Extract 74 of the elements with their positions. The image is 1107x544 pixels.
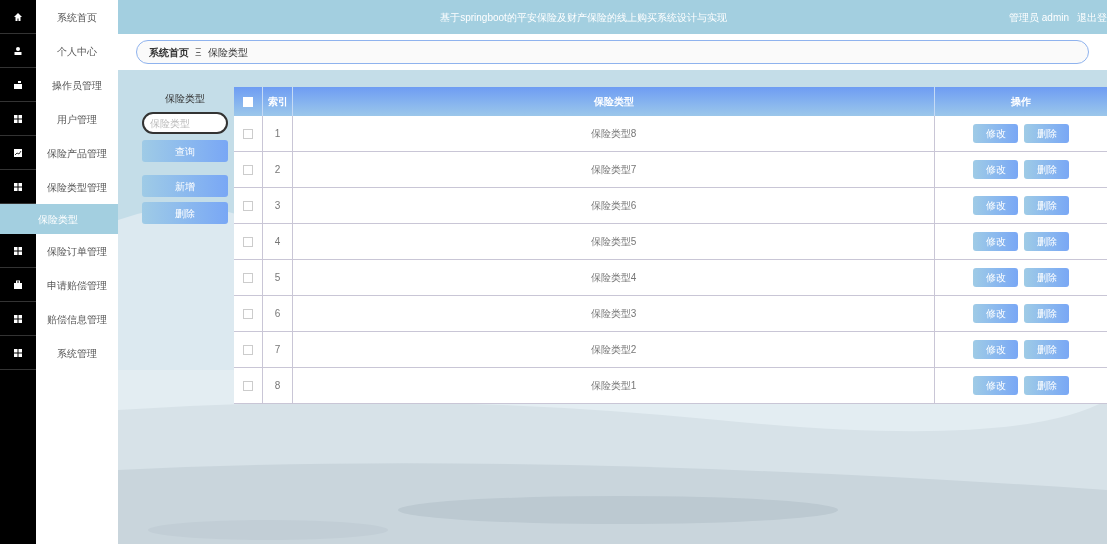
checkbox[interactable] [243,272,253,283]
edit-button[interactable]: 修改 [973,160,1018,179]
table-cell-text: 6 [274,307,281,321]
table-cell-text: 保险类型1 [590,379,637,393]
edit-button[interactable]: 修改 [973,232,1018,251]
table-cell-text: 4 [274,235,281,249]
search-label: 保险类型 [165,92,205,106]
column-header: 索引 [263,87,293,116]
menu-item[interactable]: 系统首页 [36,0,118,34]
table-cell-text: 1 [274,127,281,141]
logout-link[interactable]: 退出登 [1077,9,1107,25]
checkbox[interactable] [243,344,253,355]
edit-button[interactable]: 修改 [973,196,1018,215]
column-header: 操作 [1010,95,1032,109]
table-cell-text: 8 [274,379,281,393]
menu-item[interactable]: 系统管理 [36,336,118,370]
grid-icon [13,313,23,324]
grid-icon [13,245,23,256]
delete-button[interactable]: 删除 [1024,124,1069,143]
table-cell-text: 5 [274,271,281,285]
delete-button[interactable]: 删除 [1024,196,1069,215]
table-cell-text: 保险类型4 [590,271,637,285]
folder-icon [13,79,23,90]
menu-item[interactable]: 保险产品管理 [36,136,118,170]
delete-button[interactable]: 删除 [1024,340,1069,359]
table-cell-text: 保险类型7 [590,163,637,177]
table-cell-text: 2 [274,163,281,177]
table-cell-text: 7 [274,343,281,357]
submenu-item[interactable]: 保险类型 [0,204,118,234]
checkbox[interactable] [243,308,253,319]
delete-button[interactable]: 删除 [1024,304,1069,323]
add-button[interactable]: 新增 [142,175,228,197]
checkbox[interactable] [243,236,253,247]
menu-item[interactable]: 个人中心 [36,34,118,68]
checkbox[interactable] [243,200,253,211]
home-icon [13,11,23,22]
edit-button[interactable]: 修改 [973,268,1018,287]
breadcrumb-link[interactable]: 系统首页 [149,44,189,60]
delete-button[interactable]: 删除 [1024,160,1069,179]
menu-item[interactable]: 保险类型管理 [36,170,118,204]
table-cell-text: 保险类型5 [590,235,637,249]
checkbox[interactable] [243,128,253,139]
menu-item[interactable]: 申请赔偿管理 [36,268,118,302]
grid-icon [13,347,23,358]
query-button[interactable]: 查询 [142,140,228,162]
menu-item[interactable]: 用户管理 [36,102,118,136]
menu-item[interactable]: 操作员管理 [36,68,118,102]
checkbox[interactable] [243,380,253,391]
column-header: 保险类型 [293,87,935,116]
user-label: 管理员 admin [1009,10,1069,25]
edit-button[interactable]: 修改 [973,340,1018,359]
grid-icon [13,181,23,192]
briefcase-icon [13,279,23,290]
edit-button[interactable]: 修改 [973,376,1018,395]
table-cell-text: 保险类型8 [590,127,637,141]
table-cell-text: 保险类型2 [590,343,637,357]
edit-button[interactable]: 修改 [973,124,1018,143]
grid-icon [13,113,23,124]
delete-button[interactable]: 删除 [1024,268,1069,287]
delete-button[interactable]: 删除 [1024,376,1069,395]
breadcrumb-separator: Ξ [195,45,202,60]
table-cell-text: 3 [274,199,281,213]
delete-button[interactable]: 删除 [1024,232,1069,251]
delete-button[interactable]: 删除 [142,202,228,224]
menu-item[interactable]: 赔偿信息管理 [36,302,118,336]
breadcrumb-current: 保险类型 [207,45,248,60]
chart-icon [13,147,23,158]
checkbox[interactable] [243,164,253,175]
table-cell-text: 保险类型6 [590,199,637,213]
edit-button[interactable]: 修改 [973,304,1018,323]
system-title: 基于springboot的平安保险及财产保险的线上购买系统设计与实现 [440,10,727,25]
table-cell-text: 保险类型3 [590,307,637,321]
user-icon [13,45,23,56]
menu-item[interactable]: 保险订单管理 [36,234,118,268]
